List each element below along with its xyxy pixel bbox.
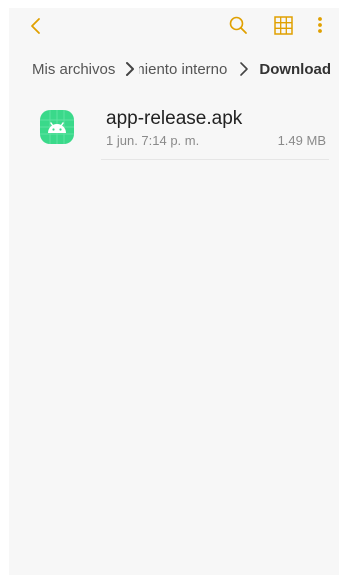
back-button[interactable] <box>23 13 49 39</box>
android-apk-icon <box>40 110 74 144</box>
file-list-item[interactable]: app-release.apk 1 jun. 7:14 p. m. 1.49 M… <box>9 100 339 160</box>
grid-view-icon <box>273 15 293 35</box>
chevron-right-icon <box>236 61 252 77</box>
breadcrumb-item-download[interactable]: Download <box>259 61 331 78</box>
breadcrumb-item-almacenamiento-interno[interactable]: Almacenamiento interno <box>139 61 227 78</box>
list-divider <box>101 159 329 160</box>
breadcrumb-item-label: Almacenamiento interno <box>139 60 228 78</box>
chevron-left-icon <box>31 18 40 34</box>
top-toolbar <box>9 8 339 42</box>
grid-view-button[interactable] <box>270 12 296 38</box>
chevron-right-icon <box>122 61 138 77</box>
file-size: 1.49 MB <box>277 133 326 148</box>
search-button[interactable] <box>225 12 251 38</box>
more-options-button[interactable] <box>311 12 329 38</box>
file-name: app-release.apk <box>106 108 243 129</box>
search-icon <box>229 16 247 34</box>
file-manager-screen: Mis archivos Almacenamiento interno Down… <box>9 8 339 575</box>
file-date: 1 jun. 7:14 p. m. <box>106 133 200 148</box>
more-vertical-icon <box>318 17 322 33</box>
breadcrumb: Mis archivos Almacenamiento interno Down… <box>9 54 339 84</box>
breadcrumb-item-mis-archivos[interactable]: Mis archivos <box>32 61 115 78</box>
